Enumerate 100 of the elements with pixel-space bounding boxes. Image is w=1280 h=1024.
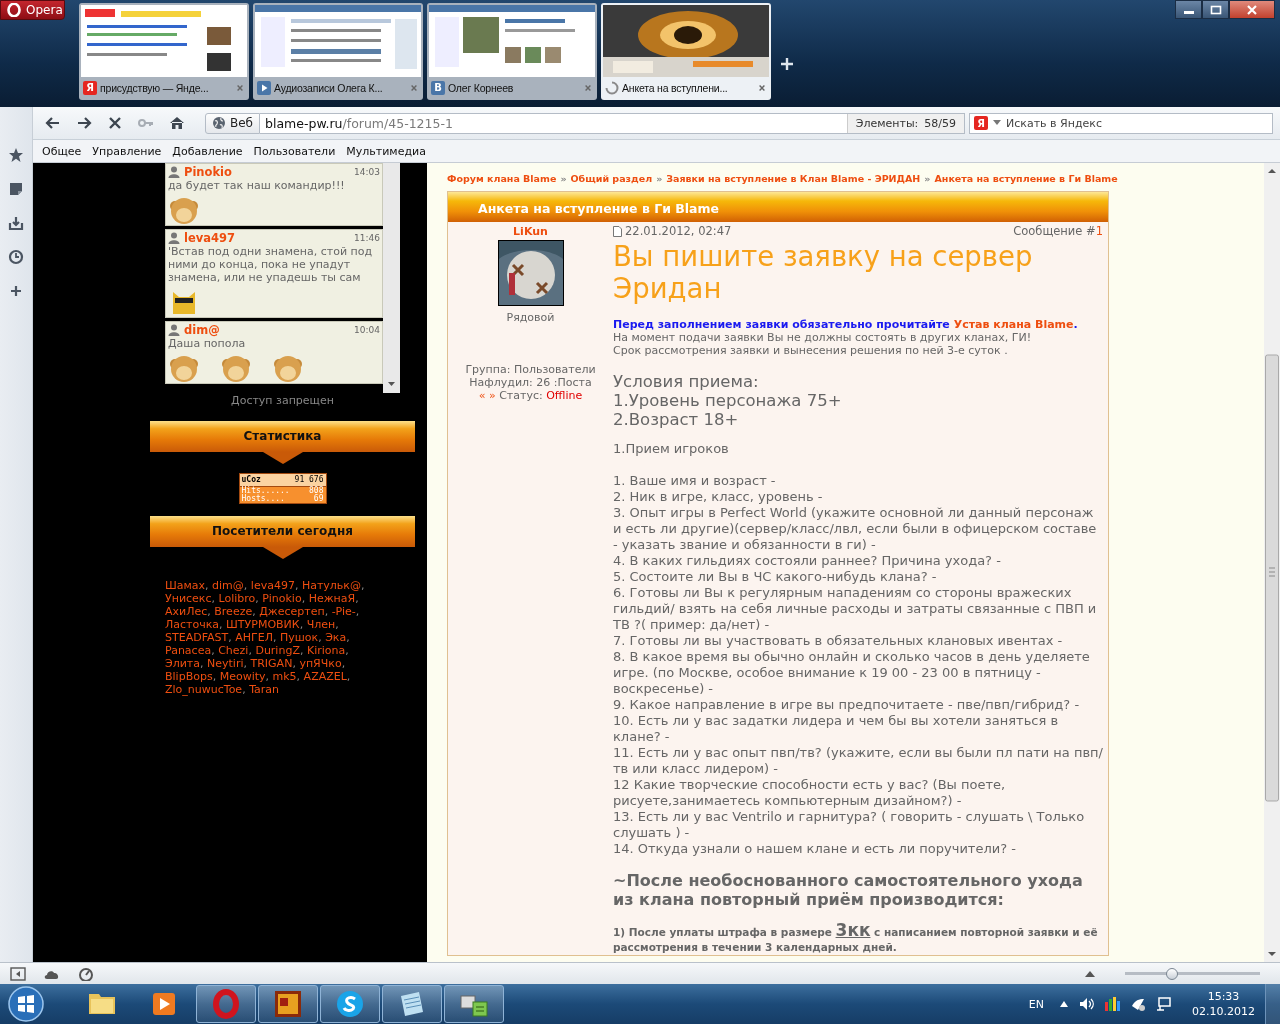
- note-icon[interactable]: [8, 181, 24, 197]
- visitor-link[interactable]: Meowity: [219, 670, 266, 683]
- author-rank: Рядовой: [506, 311, 555, 324]
- visitor-link[interactable]: НежнаЯ: [308, 592, 356, 605]
- rules-link[interactable]: Устав клана Blame: [953, 318, 1074, 331]
- show-desktop-button[interactable]: [1265, 984, 1280, 1024]
- search-field[interactable]: Я Искать в Яндекс: [969, 112, 1273, 134]
- bars-icon[interactable]: [1104, 996, 1120, 1012]
- message-number: Сообщение #1: [1013, 224, 1103, 238]
- profile-arrows-link[interactable]: « »: [478, 389, 496, 402]
- visitor-link[interactable]: АНГЕЛ: [235, 631, 273, 644]
- minimize-button[interactable]: [1175, 0, 1202, 19]
- volume-icon[interactable]: [1078, 996, 1094, 1012]
- language-indicator[interactable]: EN: [1028, 997, 1044, 1011]
- breadcrumb-separator: »: [560, 172, 567, 184]
- home-button[interactable]: [169, 115, 185, 131]
- gauge-icon[interactable]: [78, 966, 94, 981]
- vertical-scrollbar[interactable]: [1264, 163, 1280, 962]
- visitor-link[interactable]: DuringZ: [255, 644, 300, 657]
- up-arrow-icon[interactable]: [1085, 970, 1095, 977]
- breadcrumb-link[interactable]: Анкета на вступление в Ги Blame: [934, 172, 1118, 184]
- visitor-link[interactable]: STEADFAST: [165, 631, 229, 644]
- hit-counter[interactable]: uCoz 91 676 Hits...... 808 Hosts.... 69: [238, 473, 327, 504]
- forward-button[interactable]: [76, 115, 92, 131]
- stop-button[interactable]: [107, 115, 123, 131]
- access-note: Доступ запрещен: [230, 394, 335, 407]
- visitor-link[interactable]: dim@: [212, 579, 244, 592]
- maximize-button[interactable]: [1202, 0, 1229, 19]
- visitor-link[interactable]: Ласточка: [165, 618, 220, 631]
- user-icon: [168, 166, 180, 178]
- notice-text: Перед заполнением заявки обязательно прочитайте Устав клана Blame.: [613, 318, 1079, 331]
- visitor-link[interactable]: Натульк@: [301, 579, 361, 592]
- scope-button[interactable]: Веб: [205, 112, 260, 134]
- section-header: Статистика: [150, 421, 415, 452]
- close-icon[interactable]: [584, 83, 592, 92]
- search-engine-icon[interactable]: Я: [974, 116, 988, 130]
- section-text: 1.Прием игроков: [613, 441, 730, 457]
- question-text: 6. Готовы ли Вы к регулярным нападениям со стороны вражеских гильдий/ взять на себя личные расходы и затраты связанные с ПВП и ТВ ?( пример: да/нет) -: [613, 585, 1098, 633]
- user-link[interactable]: Pinokio: [184, 165, 232, 179]
- visitor-link[interactable]: упЯЧко: [299, 657, 342, 670]
- question-text: 11. Есть ли у вас опыт пвп/тв? (укажите, если вы были пл пати на пвп/тв или класс лидером) -: [613, 745, 1103, 777]
- header-pointer-icon: [262, 452, 303, 464]
- visitor-link[interactable]: ШТУРМОВИК: [226, 618, 300, 631]
- taskbar-button[interactable]: [320, 985, 380, 1023]
- visitor-link[interactable]: Джесертеп: [259, 605, 325, 618]
- star-icon[interactable]: [8, 147, 24, 163]
- dropdown-caret-icon[interactable]: [993, 120, 1001, 126]
- visitor-link[interactable]: Zlo_nuwucToe: [165, 683, 243, 696]
- panel-toggle-icon[interactable]: [10, 966, 26, 981]
- breadcrumb-link[interactable]: Заявки на вступление в Клан Blame - ЭРИДАН: [666, 172, 921, 184]
- bookmark-menu[interactable]: Общее: [42, 144, 82, 158]
- tray-arrow-icon[interactable]: [1060, 1001, 1068, 1007]
- network-icon[interactable]: [1156, 996, 1172, 1012]
- author-group: Группа: Пользователи: [465, 363, 596, 376]
- tab[interactable]: Анкета на вступлени...: [601, 3, 771, 100]
- menu-button[interactable]: Opera: [0, 0, 65, 20]
- visitor-link[interactable]: Pinokio: [262, 592, 302, 605]
- question-text: 5. Состоите ли Вы в ЧС какого-нибудь клана? -: [613, 569, 938, 585]
- visitor-link[interactable]: Унисекс: [165, 592, 212, 605]
- message-time: 10:04: [354, 325, 380, 335]
- visitor-link[interactable]: BlipBops: [165, 670, 213, 683]
- visitor-link[interactable]: mk5: [272, 670, 297, 683]
- user-link[interactable]: dim@: [184, 323, 220, 337]
- start-button[interactable]: [6, 984, 46, 1024]
- address-field[interactable]: blame-pw.ru/forum/45-1215-1 Элементы: 58/59: [260, 112, 965, 134]
- visitor-link[interactable]: leva497: [250, 579, 295, 592]
- plus-icon[interactable]: [8, 283, 24, 299]
- maximize-icon: [1209, 4, 1222, 15]
- visitor-link[interactable]: Элита: [165, 657, 200, 670]
- user-link[interactable]: leva497: [184, 231, 235, 245]
- visitor-link[interactable]: AZAZEL: [303, 670, 347, 683]
- close-icon[interactable]: [410, 83, 418, 92]
- breadcrumb-link[interactable]: Общий раздел: [570, 172, 653, 184]
- satellite-icon[interactable]: [1130, 996, 1146, 1012]
- taskbar-button[interactable]: [444, 985, 504, 1023]
- slider-thumb[interactable]: [1165, 967, 1178, 980]
- back-button[interactable]: [45, 115, 61, 131]
- visitor-link[interactable]: Taran: [249, 683, 279, 696]
- clock-icon[interactable]: [8, 249, 24, 265]
- message-text: 'Встав под одни знамена, стой под ними до конца, пока не упадут знамена, или не упадешь ты сам: [168, 245, 374, 284]
- close-icon[interactable]: [758, 83, 766, 92]
- close-icon[interactable]: [236, 83, 244, 92]
- bookmark-menu[interactable]: Управление: [92, 144, 162, 158]
- close-button[interactable]: [1229, 0, 1275, 19]
- clock[interactable]: 15:33 02.10.2012: [1192, 989, 1255, 1019]
- breadcrumb-link[interactable]: Форум клана Blame: [447, 172, 557, 184]
- visitors-list: Шамах, dim@, leva497, Натульк@, Унисекс, Lolibro, Pinokio, НежнаЯ, АхиЛес, Breeze, Джесертеп, -Pie-, Ласточка, ШТУРМОВИК, Член, STEADFAST, АНГЕЛ, Пушок, Эка, Panacea, Chezi, DuringZ, Kiriona, Элита, Neytiri, TRIGAN, упЯЧко, BlipBops, Meowity, mk5, AZAZEL, Zlo_nuwucToe, Taran: [165, 579, 370, 696]
- bookmark-menu[interactable]: Добавление: [172, 144, 243, 158]
- bookmark-menu[interactable]: Пользователи: [253, 144, 336, 158]
- download-icon[interactable]: [8, 215, 24, 231]
- visitor-link[interactable]: -Pie-: [331, 605, 356, 618]
- tab[interactable]: В Олег Корнеев: [427, 3, 597, 100]
- bookmark-menu[interactable]: Мультимедиа: [346, 144, 426, 158]
- message-link[interactable]: 1: [1095, 224, 1103, 238]
- rejoin-heading: ~После необоснованного самостоятельного ухода из клана повторный приём производится:: [613, 871, 1084, 909]
- tab[interactable]: Аудиозаписи Олега К...: [253, 3, 423, 100]
- taskbar-button[interactable]: [382, 985, 442, 1023]
- author-name[interactable]: LiKun: [513, 225, 548, 238]
- tab[interactable]: Я присудствую — Янде...: [79, 3, 249, 100]
- chat-scrollbar[interactable]: [383, 163, 400, 393]
